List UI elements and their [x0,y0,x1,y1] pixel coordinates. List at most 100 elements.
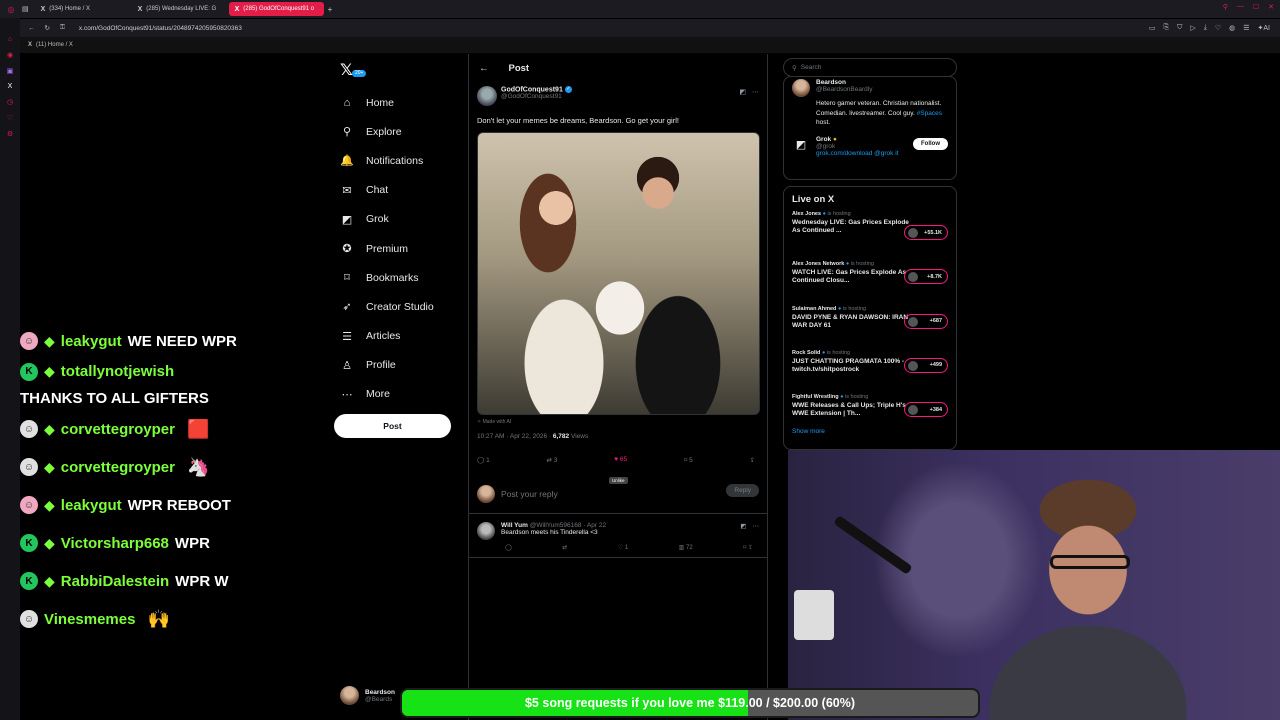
x-logo-icon[interactable]: 𝕏 [340,60,353,80]
nav-item-explore[interactable]: ⚲ Explore [340,117,434,146]
back-arrow-icon[interactable]: ← [479,63,489,74]
account-switcher[interactable]: Beardson @Beards [340,686,395,705]
nav-item-grok[interactable]: ◩ Grok [340,205,434,234]
snapshot-icon[interactable]: ⎘ [1163,24,1169,32]
views-action[interactable]: ▥ 72 [679,544,693,551]
author-handle[interactable]: @GodOfConquest91 [501,93,572,100]
author-name[interactable]: GodOfConquest91 [501,86,563,93]
history-icon[interactable]: ◷ [7,98,13,106]
like-action[interactable]: ♥ 65 [614,456,627,464]
play-icon[interactable]: ▷ [1190,24,1195,32]
minimize-icon[interactable]: — [1237,3,1244,11]
live-item[interactable]: Alex Jones ● is hosting Wednesday LIVE: G… [792,205,948,249]
verified-badge-icon: ● [845,261,850,268]
grok-logo-icon[interactable]: ◩ [792,136,810,154]
live-item[interactable]: Alex Jones Network ● is hosting WATCH LIV… [792,249,948,293]
grok-explain-icon[interactable]: ◩ [739,88,746,96]
reply-tweet[interactable]: Will Yum @WillYum596168 · Apr 22 Beardso… [469,514,767,558]
settings-icon[interactable]: ⚙ [7,130,13,138]
avatar[interactable] [477,522,495,540]
nav-item-chat[interactable]: ✉ 20+ Chat [340,70,434,205]
menu-icon[interactable]: ☰ [1243,24,1249,32]
search-input[interactable]: ⚲ Search [783,58,957,77]
home-icon[interactable]: ⌂ [8,36,12,43]
follow-button[interactable]: Follow [913,137,948,150]
reply-icon: ◯ [477,457,485,464]
reply-input[interactable] [501,488,681,499]
twitch-icon[interactable]: ▣ [7,67,14,75]
more-options-icon[interactable]: ⋯ [753,522,760,530]
site-info-icon[interactable]: ⚿ [60,24,65,32]
reply-icon[interactable]: ◯ [505,544,512,551]
nav-item-home[interactable]: ⌂ Home [340,88,434,117]
grok-name[interactable]: Grok [816,136,831,143]
nav-item-more[interactable]: ⋯ More [340,380,434,409]
new-tab-button[interactable]: + [328,5,333,14]
live-title: WATCH LIVE: Gas Prices Explode As Contin… [792,269,907,285]
repost-icon[interactable]: ⇄ [562,544,567,551]
tweet-image[interactable] [477,132,760,415]
x-favicon-icon: X [137,5,143,13]
share-icon[interactable]: ⇪ [750,456,755,464]
live-listener-count[interactable]: +384 [904,402,948,418]
nav-item-premium[interactable]: ✪ Premium [340,234,434,263]
camera-icon[interactable]: ▭ [1149,24,1156,32]
live-item[interactable]: Rock Solid ● is hosting JUST CHATTING PRA… [792,338,948,382]
platform-icon: ☺ [20,496,38,514]
grok-link[interactable]: grok.com/download [816,150,872,157]
shield-icon[interactable]: ⛉ [1177,24,1182,32]
reply-action[interactable]: ◯ 1 [477,456,490,464]
bookmark-action[interactable]: ⌑ 5 [684,456,693,464]
back-icon[interactable]: ← [28,25,35,32]
bookmark-share-actions[interactable]: ⌑ ⇪ [743,544,753,551]
nav-item-bookmarks[interactable]: ⌑ Bookmarks [340,263,434,292]
grok-explain-icon[interactable]: ◩ [740,522,746,530]
show-more-link[interactable]: Show more [792,428,948,435]
live-listener-count[interactable]: +8.7K [904,269,948,285]
live-host: Sulaiman Ahmed ● is hosting [792,305,867,312]
like-action[interactable]: ♡ 1 [618,544,628,551]
bookmark-item[interactable]: (11) Home / X [36,42,73,48]
live-item[interactable]: Fightful Wrestling ● is hosting WWE Relea… [792,382,948,426]
browser-tab[interactable]: X (334) Home / X [35,2,130,16]
diamond-badge-icon: ◆ [44,363,55,380]
live-listener-count[interactable]: +687 [904,313,948,329]
maximize-icon[interactable]: ☐ [1253,3,1259,11]
live-item[interactable]: Sulaiman Ahmed ● is hosting DAVID PYNE & … [792,294,948,338]
page-title: Post [508,62,530,74]
diamond-badge-icon: ◆ [44,496,55,513]
profile-name[interactable]: Beardson [816,79,872,86]
browser-tab[interactable]: X (285) Wednesday LIVE: G [132,2,227,16]
repost-action[interactable]: ⇄ 3 [547,456,558,464]
heart-icon[interactable]: ♡ [7,114,13,122]
more-icon: ⋯ [341,388,353,401]
live-listener-count[interactable]: +499 [904,357,948,373]
reply-author-name[interactable]: Will Yum [501,522,528,529]
url-field[interactable]: x.com/GodOfConquest91/status/20489742059… [79,25,242,32]
more-options-icon[interactable]: ⋯ [752,88,759,96]
browser-tab-active[interactable]: X (285) GodOfConquest91 o [228,2,324,16]
verified-badge-icon: ● [840,394,844,401]
nav-item-creator-studio[interactable]: ➶ Creator Studio [340,292,433,321]
search-tabs-icon[interactable]: ⚲ [1223,3,1228,11]
messenger-icon[interactable]: ◉ [7,51,13,59]
nav-item-notifications[interactable]: 🔔11Notifications [340,70,434,175]
reload-icon[interactable]: ↻ [45,24,50,32]
reply-button[interactable]: Reply [726,484,759,497]
x-icon[interactable]: X [8,83,13,90]
close-window-icon[interactable]: ✕ [1268,3,1274,11]
nav-item-articles[interactable]: ☰ Articles [340,322,434,351]
avatar[interactable] [477,86,497,106]
avatar[interactable] [792,79,810,97]
ai-button[interactable]: ✦AI [1258,24,1270,32]
nav-item-profile[interactable]: ♙ Profile [340,351,434,380]
avatar [908,228,918,238]
download-icon[interactable]: ⤓ [1204,24,1207,32]
live-listener-count[interactable]: +55.1K [904,225,948,240]
avatar [908,405,918,416]
tab-list-icon[interactable]: ▤ [22,5,29,13]
heart-outline-icon[interactable]: ♡ [1215,24,1221,32]
x-favicon-icon: X [40,5,46,13]
post-button[interactable]: Post [334,414,451,438]
profile-icon[interactable]: ◍ [1229,24,1235,32]
